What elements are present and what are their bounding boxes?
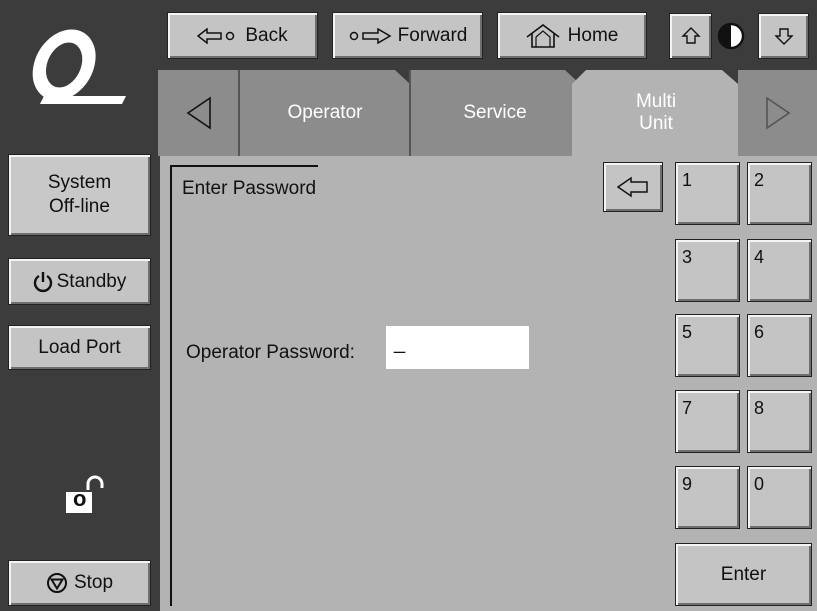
key-7[interactable]: 7 — [675, 390, 740, 453]
standby-label: Standby — [56, 270, 127, 292]
stop-label: Stop — [73, 572, 114, 593]
system-status-indicator: System Off-line — [8, 154, 151, 236]
forward-label: Forward — [397, 24, 468, 46]
backspace-button[interactable] — [603, 162, 663, 212]
tab-scroll-left-button[interactable] — [158, 70, 240, 156]
company-logo — [32, 29, 126, 104]
home-label: Home — [567, 24, 619, 46]
page-title: Enter Password — [182, 178, 317, 199]
home-icon — [526, 23, 560, 48]
back-button[interactable]: Back — [167, 12, 318, 59]
tab-service[interactable]: Service — [410, 70, 580, 156]
key-4-label: 4 — [754, 247, 765, 267]
contrast-icon — [717, 22, 745, 50]
arrow-up-icon — [680, 27, 701, 44]
key-0-label: 0 — [754, 474, 765, 494]
tab-multi-unit[interactable]: Multi Unit — [574, 70, 738, 156]
stop-button[interactable]: Stop — [8, 560, 151, 606]
content-panel — [160, 156, 660, 611]
key-9[interactable]: 9 — [675, 466, 740, 529]
password-field[interactable]: _ — [386, 326, 529, 369]
home-button[interactable]: Home — [497, 12, 647, 59]
frame-line-left — [170, 166, 172, 606]
backspace-arrow-icon — [616, 176, 648, 198]
key-8[interactable]: 8 — [747, 390, 812, 453]
load-port-label: Load Port — [38, 336, 121, 358]
triangle-left-icon — [186, 96, 211, 130]
key-8-label: 8 — [754, 398, 765, 418]
standby-button[interactable]: Standby — [8, 258, 151, 305]
brightness-down-button[interactable] — [758, 13, 809, 59]
system-status-label: System Off-line — [47, 172, 112, 217]
key-3[interactable]: 3 — [675, 239, 740, 302]
brightness-up-button[interactable] — [669, 13, 712, 59]
tab-operator-label: Operator — [287, 102, 363, 123]
tab-service-label: Service — [463, 102, 527, 123]
key-5-label: 5 — [682, 322, 693, 342]
key-2[interactable]: 2 — [747, 162, 812, 225]
back-label: Back — [245, 24, 288, 46]
key-1-label: 1 — [682, 170, 693, 190]
key-5[interactable]: 5 — [675, 314, 740, 377]
tab-scroll-right-button[interactable] — [738, 70, 817, 156]
stop-icon — [46, 573, 67, 593]
back-arrow-icon — [197, 27, 235, 44]
tab-operator[interactable]: Operator — [240, 70, 410, 156]
password-label: Operator Password: — [186, 342, 355, 363]
password-value: _ — [394, 332, 406, 354]
key-4[interactable]: 4 — [747, 239, 812, 302]
key-2-label: 2 — [754, 170, 765, 190]
frame-line-top — [170, 165, 318, 167]
key-3-label: 3 — [682, 247, 693, 267]
triangle-right-icon — [765, 96, 790, 130]
forward-button[interactable]: Forward — [332, 12, 483, 59]
key-6-label: 6 — [754, 322, 765, 342]
power-icon — [33, 271, 52, 292]
key-7-label: 7 — [682, 398, 693, 418]
tab-bar: Operator Service Multi Unit — [158, 70, 817, 156]
load-port-button[interactable]: Load Port — [8, 325, 151, 370]
tab-multi-unit-label: Multi Unit — [635, 91, 677, 134]
key-0[interactable]: 0 — [747, 466, 812, 529]
lock-letter: o — [73, 486, 87, 511]
arrow-down-icon — [773, 28, 794, 45]
enter-label: Enter — [720, 563, 767, 585]
enter-button[interactable]: Enter — [675, 543, 812, 606]
key-1[interactable]: 1 — [675, 162, 740, 225]
key-6[interactable]: 6 — [747, 314, 812, 377]
unlock-icon[interactable]: o — [66, 472, 106, 514]
key-9-label: 9 — [682, 474, 693, 494]
forward-arrow-icon — [349, 27, 392, 44]
